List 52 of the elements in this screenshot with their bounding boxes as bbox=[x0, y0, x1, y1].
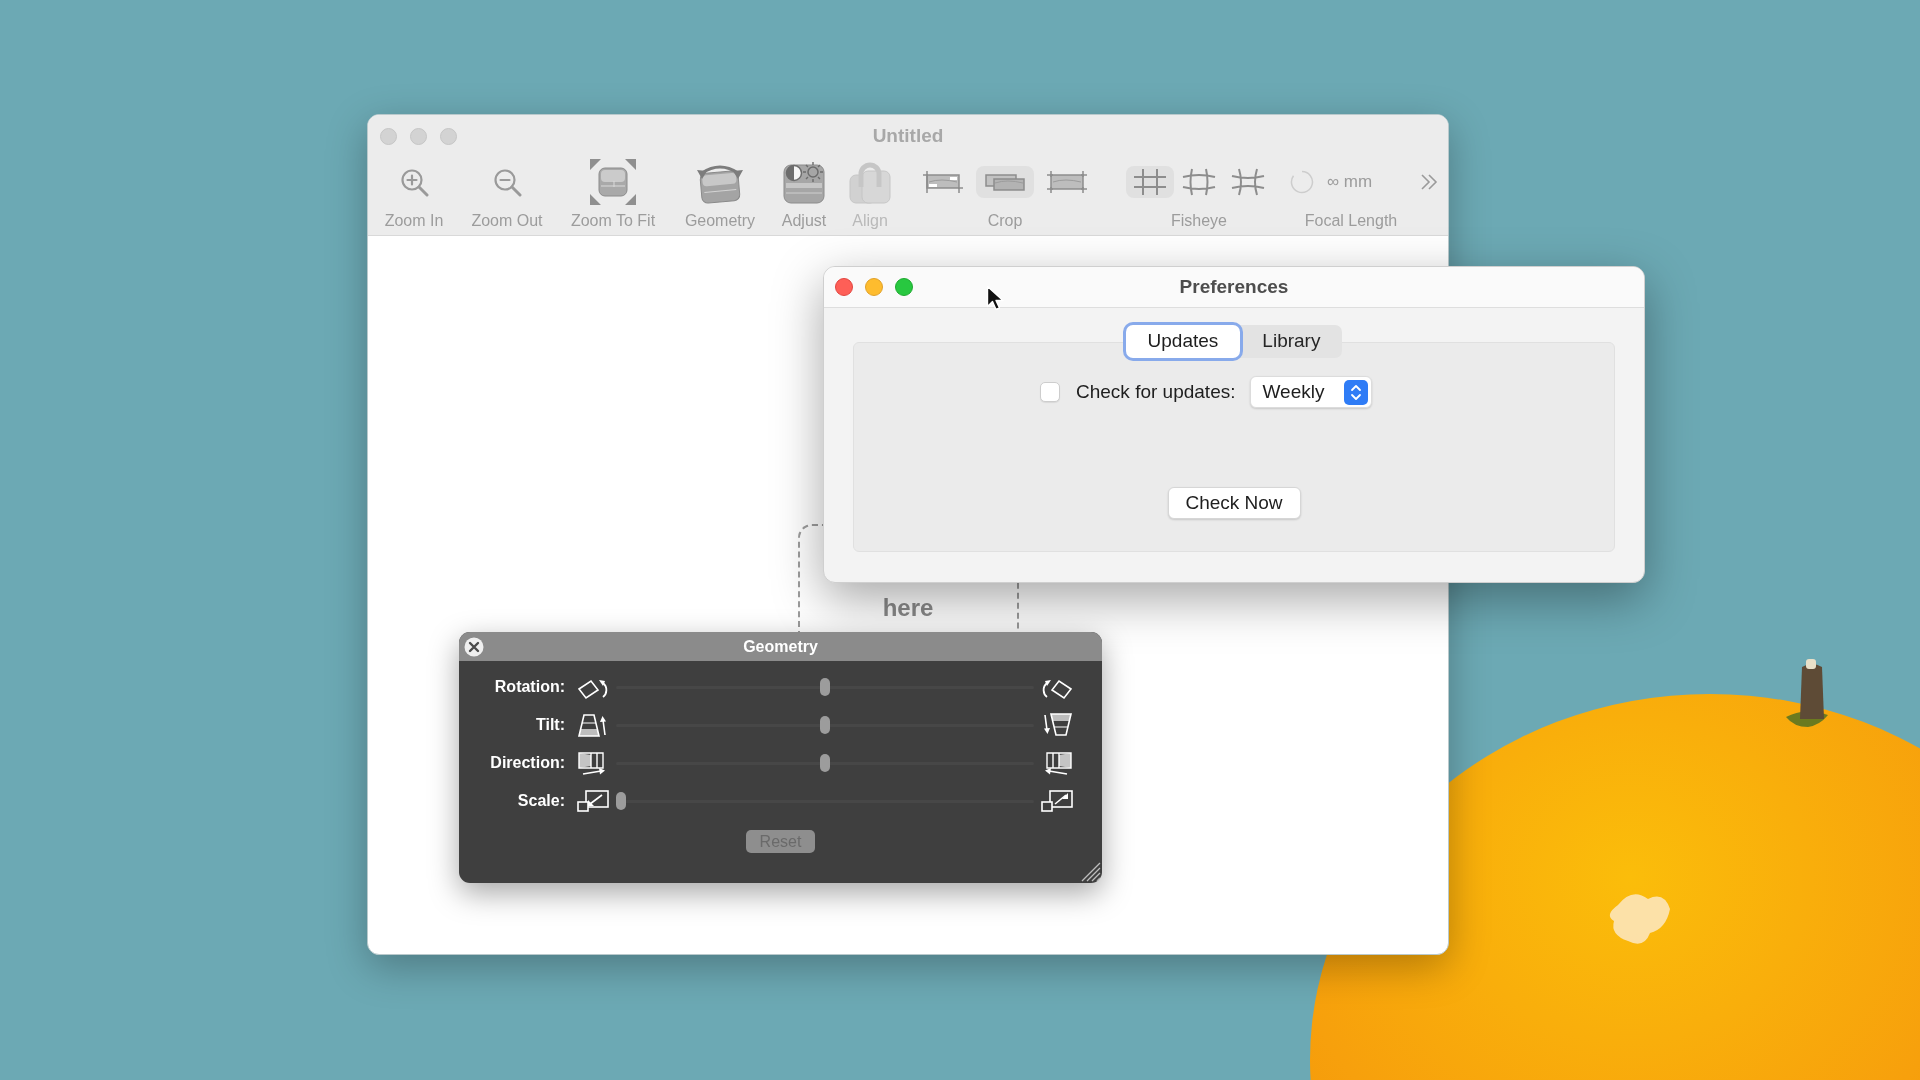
adjust-button[interactable]: Adjust bbox=[774, 159, 834, 231]
frequency-popup[interactable]: Weekly bbox=[1250, 376, 1373, 408]
resize-grip-icon[interactable] bbox=[1080, 861, 1102, 883]
zoom-out-button[interactable]: Zoom Out bbox=[469, 159, 545, 231]
toolbar-group-label: Fisheye bbox=[1171, 211, 1227, 231]
close-icon[interactable] bbox=[464, 636, 484, 657]
check-now-button[interactable]: Check Now bbox=[1167, 487, 1301, 519]
shrink-icon bbox=[576, 788, 610, 814]
enlarge-icon bbox=[1040, 788, 1074, 814]
tab[interactable]: Updates bbox=[1125, 325, 1241, 358]
slider-label: Tilt: bbox=[534, 715, 565, 735]
slider-thumb[interactable] bbox=[820, 716, 830, 734]
stepper-arrows-icon bbox=[1344, 379, 1369, 405]
drop-zone-text: here bbox=[882, 593, 934, 623]
geometry-button[interactable]: Geometry bbox=[680, 159, 760, 231]
scale-slider[interactable] bbox=[616, 792, 1034, 810]
crop-frame-icon bbox=[1045, 170, 1089, 194]
toolbar-group-label: Focal Length bbox=[1304, 211, 1398, 231]
grid-icon bbox=[1132, 167, 1168, 197]
zoom-to-fit-button[interactable]: Zoom To Fit bbox=[566, 159, 660, 231]
toolbar-group-label: Crop bbox=[987, 211, 1023, 231]
tilt-slider[interactable] bbox=[616, 716, 1034, 734]
zoom-out-icon bbox=[492, 167, 522, 197]
slider-thumb[interactable] bbox=[616, 792, 626, 810]
fullscreen-icon[interactable] bbox=[895, 278, 913, 296]
window-title: Untitled bbox=[872, 123, 944, 148]
crop-frame-icon bbox=[921, 170, 965, 194]
tab[interactable]: Library bbox=[1240, 325, 1343, 358]
zoom-in-button[interactable]: Zoom In bbox=[376, 159, 452, 231]
close-icon[interactable] bbox=[835, 278, 853, 296]
ring-icon bbox=[1290, 170, 1314, 194]
focal-length-value: ∞ mm bbox=[1327, 171, 1373, 194]
contrast-brightness-icon bbox=[781, 159, 827, 205]
barrel-grid-icon bbox=[1181, 167, 1217, 197]
slider-thumb[interactable] bbox=[820, 754, 830, 772]
checkbox[interactable] bbox=[1040, 382, 1060, 402]
slider-label: Rotation: bbox=[493, 677, 565, 697]
minimize-icon[interactable] bbox=[865, 278, 883, 296]
pincushion-grid-icon bbox=[1230, 167, 1266, 197]
slider-label: Direction: bbox=[489, 753, 565, 773]
checkbox-label: Check for updates: bbox=[1076, 379, 1236, 404]
overflow-chevron-icon[interactable] bbox=[1419, 172, 1439, 192]
fisheye-mode-button[interactable] bbox=[1126, 166, 1174, 198]
slider-label: Scale: bbox=[516, 791, 565, 811]
zoom-in-icon bbox=[399, 167, 429, 197]
crop-mode-button[interactable] bbox=[976, 166, 1034, 198]
panel-title: Geometry bbox=[743, 636, 818, 657]
fit-to-frame-icon bbox=[590, 159, 636, 205]
direction-slider[interactable] bbox=[616, 754, 1034, 772]
window-title: Preferences bbox=[1179, 274, 1289, 299]
rotation-slider[interactable] bbox=[616, 678, 1034, 696]
slider-thumb[interactable] bbox=[820, 678, 830, 696]
